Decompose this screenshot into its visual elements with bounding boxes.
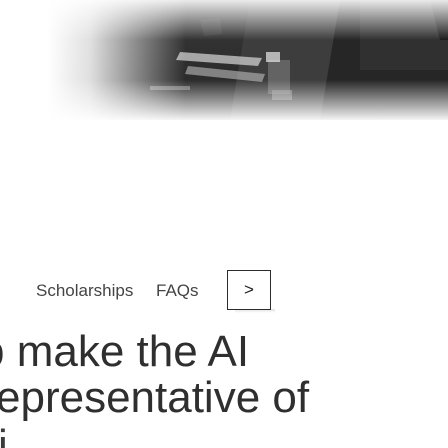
- chevron-right-icon: >: [244, 280, 254, 299]
- nav-link-faqs[interactable]: FAQs: [156, 281, 199, 301]
- headline-line-2: epresentative of: [0, 373, 310, 422]
- hero-fade-top: [0, 0, 448, 40]
- nav-link-scholarships[interactable]: Scholarships: [36, 281, 133, 301]
- page: Scholarships FAQs > p make the AI eprese…: [0, 0, 448, 448]
- hero-image: [0, 0, 448, 120]
- headline-line-3: i: [0, 421, 8, 448]
- nav-bar: Scholarships FAQs >: [0, 264, 448, 316]
- nav-next-button[interactable]: >: [227, 270, 271, 310]
- hero-fade-bottom: [0, 80, 448, 120]
- headline: p make the AI epresentative of i: [0, 323, 448, 448]
- headline-line-1: p make the AI: [0, 327, 250, 376]
